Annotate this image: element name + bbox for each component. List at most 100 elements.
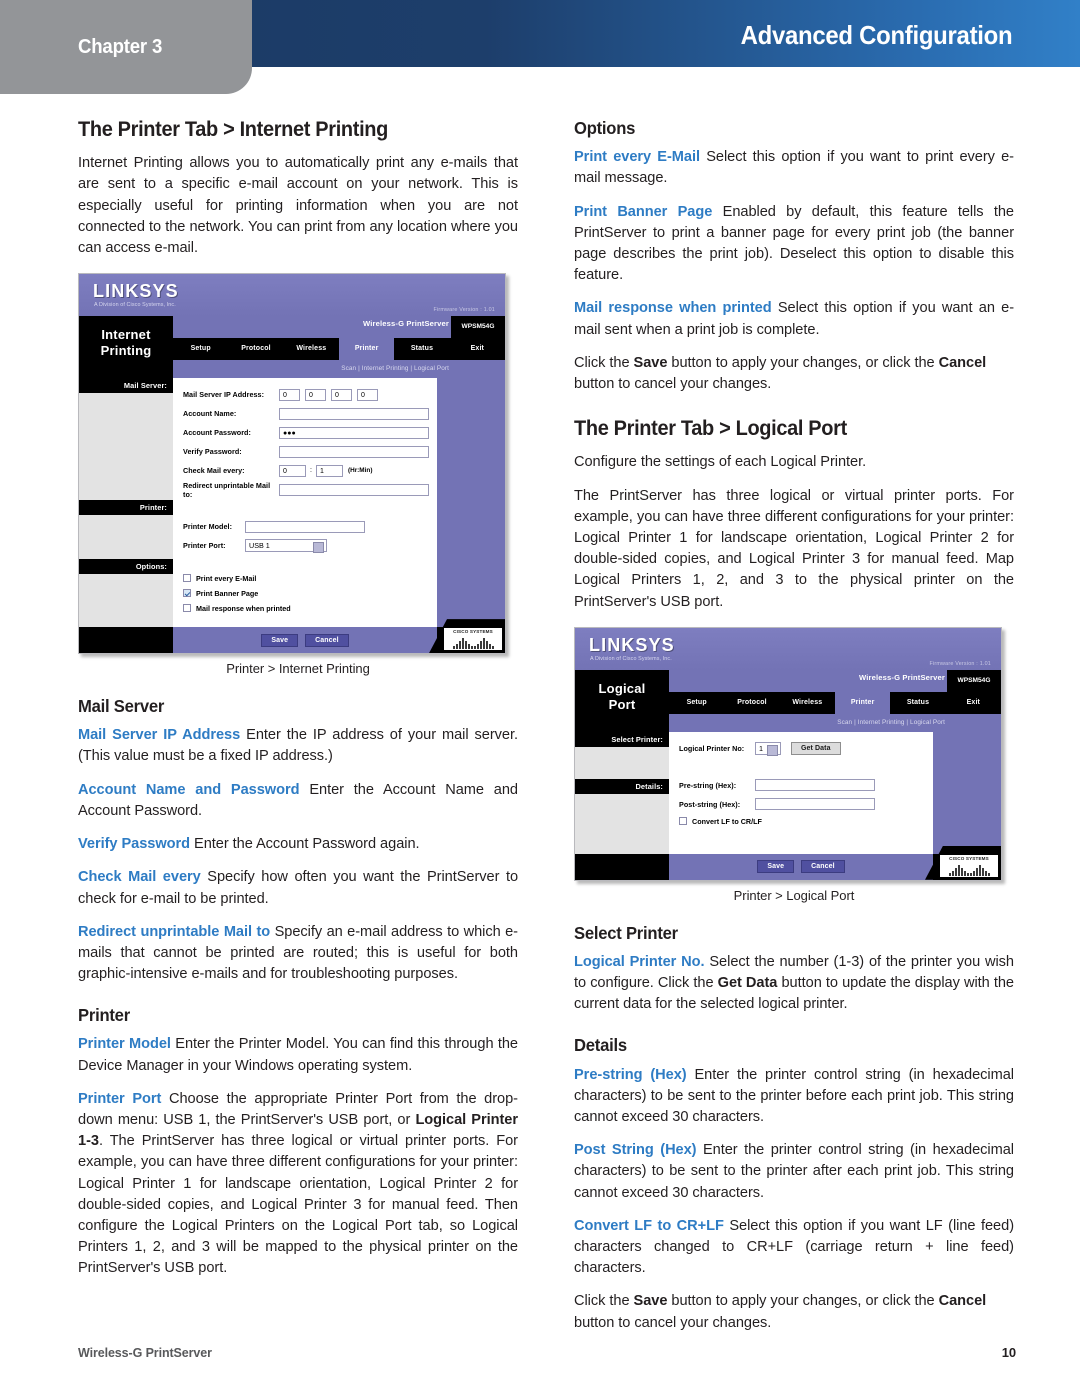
- label-pre-string: Pre-string (Hex):: [679, 780, 737, 790]
- input-ip-octet-2[interactable]: 0: [305, 388, 326, 401]
- item-pre-string-hex: Pre-string (Hex) Enter the printer contr…: [574, 1065, 1014, 1129]
- note-save-cancel-top: Click the Save button to apply your chan…: [574, 353, 1014, 395]
- form-spacer-2: [183, 556, 437, 574]
- figure-logical-port: LINKSYS A Division of Cisco Systems, Inc…: [574, 626, 1014, 903]
- item-verify-password: Verify Password Enter the Account Passwo…: [78, 834, 518, 855]
- ui-tab-status[interactable]: Status: [394, 338, 450, 361]
- checkbox-row-print-banner-page[interactable]: Print Banner Page: [183, 589, 437, 598]
- ui-sub-nav[interactable]: Scan | Internet Printing | Logical Port: [173, 360, 505, 379]
- checkbox-row-mail-response[interactable]: Mail response when printed: [183, 604, 437, 613]
- ui-tab-setup[interactable]: Setup: [173, 338, 229, 361]
- ui-product-name-2: Wireless-G PrintServer: [859, 672, 945, 682]
- field-row-printer-port: Printer Port: USB 1: [183, 537, 437, 554]
- label-account-name: Account Name:: [183, 409, 237, 419]
- ui-tab-2-printer[interactable]: Printer: [834, 691, 891, 714]
- ui-save-button-2[interactable]: Save: [757, 860, 795, 874]
- note-save-c-bottom: button to cancel your changes.: [574, 1314, 772, 1331]
- ui-tab-2-protocol[interactable]: Protocol: [724, 691, 780, 714]
- figure-caption-logical-port: Printer > Logical Port: [733, 887, 855, 903]
- lead-post-string-hex: Post String (Hex): [574, 1142, 697, 1159]
- lead-verify-password: Verify Password: [78, 836, 191, 853]
- get-data-button[interactable]: Get Data: [791, 741, 841, 755]
- select-printer-port[interactable]: USB 1: [245, 539, 327, 554]
- figure-caption-internet-printing: Printer > Internet Printing: [226, 661, 370, 677]
- lead-convert-lf-to-crlf: Convert LF to CR+LF: [574, 1217, 724, 1234]
- item-post-string-hex: Post String (Hex) Enter the printer cont…: [574, 1140, 1014, 1204]
- input-post-string[interactable]: [755, 798, 875, 811]
- field-row-account-password: Account Password: ●●●: [183, 424, 437, 441]
- heading-mail-server: Mail Server: [78, 696, 165, 717]
- form2-spacer-2: [679, 832, 933, 846]
- input-ip-octet-4[interactable]: 0: [357, 388, 378, 401]
- linksys-logo-subtitle-2: A Division of Cisco Systems, Inc.: [590, 655, 672, 662]
- checkbox-print-every-email[interactable]: [183, 574, 191, 583]
- input-verify-password[interactable]: [279, 445, 429, 458]
- input-pre-string[interactable]: [755, 779, 875, 792]
- ui-tab-printer[interactable]: Printer: [338, 338, 395, 361]
- text-get-data-bold: Get Data: [717, 975, 778, 992]
- ui-cancel-button[interactable]: Cancel: [305, 633, 349, 647]
- lead-print-banner-page: Print Banner Page: [574, 203, 713, 220]
- ui-save-button[interactable]: Save: [261, 633, 299, 647]
- input-check-mail-hours[interactable]: 0: [279, 464, 306, 477]
- ui-right-column: [437, 378, 505, 628]
- ui-cancel-button-2[interactable]: Cancel: [801, 860, 845, 874]
- input-ip-octet-1[interactable]: 0: [279, 388, 300, 401]
- form2-spacer-1: [679, 759, 933, 777]
- text-printer-port-b: . The PrintServer has three logical or v…: [78, 1133, 518, 1277]
- input-redirect-mail[interactable]: [279, 483, 429, 496]
- ui-right-column-2: [933, 731, 1001, 854]
- ui-tab-2-setup[interactable]: Setup: [669, 691, 725, 714]
- logical-port-intro-1: Configure the settings of each Logical P…: [574, 454, 867, 471]
- ui-tab-wireless[interactable]: Wireless: [283, 338, 339, 361]
- checkbox-mail-response-when-printed[interactable]: [183, 604, 191, 613]
- ui-tab-2-exit[interactable]: Exit: [945, 691, 1001, 714]
- ui-side-column: Mail Server: Printer: Options:: [79, 378, 173, 637]
- input-ip-octet-3[interactable]: 0: [331, 388, 352, 401]
- ui-nav-zone: Internet Printing Wireless-G PrintServer…: [79, 316, 505, 379]
- input-printer-model[interactable]: [245, 520, 365, 533]
- ui-tab-2-status[interactable]: Status: [890, 691, 946, 714]
- field-row-account-name: Account Name:: [183, 405, 437, 422]
- checkbox-row-print-every-email[interactable]: Print every E-Mail: [183, 574, 437, 583]
- figure-internet-printing: LINKSYS A Division of Cisco Systems, Inc…: [78, 273, 518, 676]
- item-print-banner-page: Print Banner Page Enabled by default, th…: [574, 202, 1014, 287]
- lead-redirect-unprintable-mail: Redirect unprintable Mail to: [78, 923, 271, 940]
- ui-sub-nav-2[interactable]: Scan | Internet Printing | Logical Port: [669, 713, 1001, 732]
- ui-footer-buttons-2: Save Cancel: [669, 853, 933, 880]
- ui-side-fill-2-2: [575, 793, 669, 860]
- lead-mail-response-when-printed: Mail response when printed: [574, 300, 772, 317]
- lead-logical-printer-no: Logical Printer No.: [574, 953, 705, 970]
- ui-nav-zone-2: Logical Port Wireless-G PrintServer WPSM…: [575, 669, 1001, 732]
- input-account-name[interactable]: [279, 407, 429, 420]
- select-logical-printer-no[interactable]: 1: [755, 741, 781, 756]
- ui-product-row: Wireless-G PrintServer WPSM54G: [173, 316, 505, 339]
- check-mail-separator: :: [310, 467, 312, 475]
- input-account-password[interactable]: ●●●: [279, 426, 429, 439]
- checkbox-label-print-every-email: Print every E-Mail: [196, 574, 257, 584]
- note-save-a-top: Click the: [574, 354, 634, 371]
- ui-tab-exit[interactable]: Exit: [449, 338, 505, 361]
- checkbox-row-convert-lf[interactable]: Convert LF to CR/LF: [679, 816, 933, 826]
- ui-tab-bar: Setup Protocol Wireless Printer Status E…: [173, 338, 505, 361]
- item-convert-lf-to-crlf: Convert LF to CR+LF Select this option i…: [574, 1216, 1014, 1280]
- ui-tab-protocol[interactable]: Protocol: [228, 338, 284, 361]
- logical-port-intro-2: The PrintServer has three logical or vir…: [574, 487, 1014, 610]
- lead-printer-port: Printer Port: [78, 1090, 162, 1107]
- document-page: Advanced Configuration Chapter 3 The Pri…: [0, 0, 1080, 1397]
- cisco-logo-bars: [444, 634, 502, 651]
- chapter-label: Chapter 3: [78, 36, 163, 58]
- ui-page-title: Internet Printing: [79, 316, 173, 379]
- label-printer-port: Printer Port:: [183, 541, 226, 551]
- note-cancel-label-top: Cancel: [938, 354, 987, 371]
- checkbox-convert-lf-to-crlf[interactable]: [679, 816, 687, 825]
- checkbox-print-banner-page[interactable]: [183, 589, 191, 598]
- ui-brand-bar: LINKSYS A Division of Cisco Systems, Inc…: [79, 274, 505, 317]
- label-logical-printer-no: Logical Printer No:: [679, 743, 745, 753]
- item-mail-server-ip-address: Mail Server IP Address Enter the IP addr…: [78, 725, 518, 767]
- input-check-mail-minutes[interactable]: 1: [315, 464, 343, 477]
- firmware-version-label: Firmware Version : 1.01: [433, 307, 495, 314]
- ui-tab-2-wireless[interactable]: Wireless: [779, 691, 835, 714]
- linksys-ui-logical-port: LINKSYS A Division of Cisco Systems, Inc…: [574, 626, 1002, 881]
- cisco-logo-bars-2: [940, 860, 998, 877]
